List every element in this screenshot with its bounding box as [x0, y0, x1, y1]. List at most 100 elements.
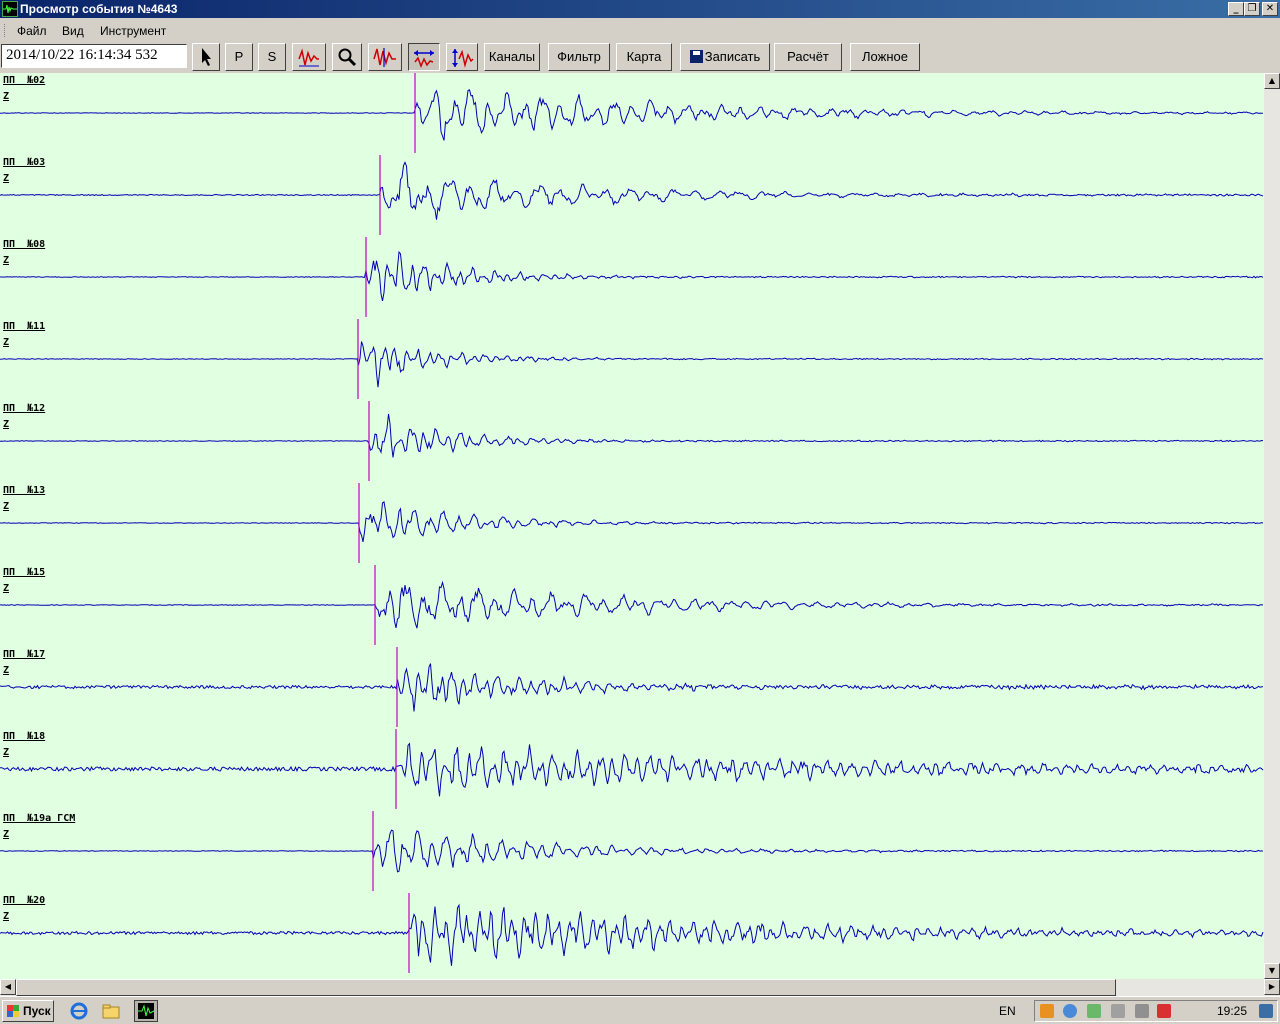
scroll-down-arrow-icon[interactable]: ▼ — [1264, 963, 1280, 979]
channel-name: ПП №18 — [3, 731, 46, 742]
zoom-button[interactable] — [332, 43, 362, 71]
gain-icon — [373, 48, 396, 67]
channel-name: ПП №15 — [3, 567, 46, 578]
channel-label: ПП №19а ГСМ Z — [3, 811, 75, 843]
scroll-up-arrow-icon[interactable]: ▲ — [1264, 73, 1280, 89]
pointer-tool-button[interactable] — [192, 43, 220, 71]
channel-component: Z — [3, 665, 10, 676]
channel-component: Z — [3, 583, 10, 594]
app-seismograph-icon — [2, 1, 18, 17]
channel-name: ПП №11 — [3, 321, 46, 332]
toolbar: 2014/10/22 16:14:34 532 P S Каналы Фильт… — [0, 41, 1280, 73]
channel-component: Z — [3, 91, 10, 102]
waveform-trace[interactable] — [0, 501, 1264, 543]
channel-label: ПП №20 Z — [3, 893, 45, 925]
minimize-button[interactable]: _ — [1228, 2, 1244, 16]
horizontal-scroll-thumb[interactable] — [16, 979, 1116, 996]
horizontal-scrollbar[interactable]: ◀ ▶ — [0, 979, 1280, 996]
channel-component: Z — [3, 419, 10, 430]
channel-name: ПП №17 — [3, 649, 46, 660]
channel-label: ПП №08 Z — [3, 237, 45, 269]
waveform-trace[interactable] — [0, 250, 1264, 302]
tray-security-icon[interactable] — [1087, 1004, 1101, 1018]
tray-network-icon[interactable] — [1040, 1004, 1054, 1018]
waveform-trace[interactable] — [0, 161, 1264, 220]
menu-view[interactable]: Вид — [62, 24, 84, 38]
channel-label: ПП №15 Z — [3, 565, 45, 597]
fit-vertical-button[interactable] — [446, 43, 478, 71]
channel-name: ПП №08 — [3, 239, 46, 250]
language-indicator[interactable]: EN — [999, 1004, 1016, 1018]
system-tray: EN 19:25 — [999, 1000, 1278, 1022]
channel-name: ПП №20 — [3, 895, 46, 906]
windows-flag-icon — [7, 1005, 19, 1017]
channel-component: Z — [3, 829, 10, 840]
waveform-trace[interactable] — [0, 903, 1264, 966]
show-desktop-icon[interactable] — [1259, 1004, 1273, 1018]
s-pick-button[interactable]: S — [258, 43, 286, 71]
fa-filter-button[interactable] — [292, 43, 326, 71]
p-pick-button[interactable]: P — [225, 43, 253, 71]
start-button[interactable]: Пуск — [2, 1000, 54, 1022]
internet-explorer-icon[interactable] — [70, 1002, 88, 1020]
folder-icon[interactable] — [102, 1002, 120, 1020]
channel-component: Z — [3, 747, 10, 758]
seismogram-canvas[interactable] — [0, 73, 1264, 979]
channel-component: Z — [3, 255, 10, 266]
fit-vertical-icon — [452, 49, 474, 68]
fit-horizontal-button[interactable] — [408, 43, 440, 71]
channel-name: ПП №13 — [3, 485, 46, 496]
title-bar[interactable]: Просмотр события №4643 _ ❐ ✕ — [0, 0, 1280, 18]
maximize-button[interactable]: ❐ — [1244, 2, 1260, 16]
menu-instrument[interactable]: Инструмент — [100, 24, 166, 38]
close-button[interactable]: ✕ — [1262, 2, 1278, 16]
gain-button[interactable] — [368, 43, 402, 71]
app-window: Просмотр события №4643 _ ❐ ✕ Файл Вид Ин… — [0, 0, 1280, 1024]
filter-button[interactable]: Фильтр — [548, 43, 610, 71]
channel-label: ПП №03 Z — [3, 155, 45, 187]
magnifier-icon — [338, 48, 357, 67]
waveform-trace[interactable] — [0, 829, 1264, 873]
false-event-button[interactable]: Ложное — [850, 43, 920, 71]
window-title: Просмотр события №4643 — [20, 2, 178, 16]
waveform-trace[interactable] — [0, 341, 1264, 388]
menu-grip — [4, 24, 7, 37]
tray-connection-icon[interactable] — [1135, 1004, 1149, 1018]
map-button[interactable]: Карта — [616, 43, 672, 71]
channel-name: ПП №19а ГСМ — [3, 813, 76, 824]
save-button[interactable]: Записать — [680, 43, 770, 71]
scroll-right-arrow-icon[interactable]: ▶ — [1264, 979, 1280, 995]
save-button-label: Записать — [704, 49, 761, 64]
waveform-trace[interactable] — [0, 89, 1264, 141]
start-label: Пуск — [23, 1004, 51, 1018]
channel-label: ПП №18 Z — [3, 729, 45, 761]
channel-component: Z — [3, 173, 10, 184]
menu-bar: Файл Вид Инструмент — [0, 20, 1280, 40]
channel-name: ПП №02 — [3, 75, 46, 86]
taskbar-app-seismograph-icon[interactable] — [134, 1000, 158, 1022]
waveform-trace[interactable] — [0, 580, 1264, 629]
calculate-button[interactable]: Расчёт — [774, 43, 842, 71]
channel-name: ПП №12 — [3, 403, 46, 414]
taskbar: Пуск EN 19:25 — [0, 996, 1280, 1024]
channel-label: ПП №13 Z — [3, 483, 45, 515]
seismogram-traces-panel[interactable]: ПП №02 Z ПП №03 Z ПП №08 Z ПП №11 Z ПП №12 Z ПП №1… — [0, 73, 1264, 979]
channel-component: Z — [3, 501, 10, 512]
waveform-trace[interactable] — [0, 413, 1264, 458]
filter-fa-icon — [298, 48, 319, 67]
waveform-trace[interactable] — [0, 663, 1264, 712]
channel-label: ПП №17 Z — [3, 647, 45, 679]
waveform-trace[interactable] — [0, 742, 1264, 797]
menu-file[interactable]: Файл — [17, 24, 47, 38]
channel-component: Z — [3, 337, 10, 348]
channel-name: ПП №03 — [3, 157, 46, 168]
scroll-left-arrow-icon[interactable]: ◀ — [0, 979, 16, 995]
channel-label: ПП №02 Z — [3, 73, 45, 105]
channel-label: ПП №12 Z — [3, 401, 45, 433]
channels-button[interactable]: Каналы — [484, 43, 540, 71]
vertical-scrollbar[interactable]: ▲ ▼ — [1264, 73, 1280, 979]
event-datetime-field[interactable]: 2014/10/22 16:14:34 532 — [1, 44, 187, 68]
tray-alert-icon[interactable] — [1157, 1004, 1171, 1018]
tray-update-icon[interactable] — [1063, 1004, 1077, 1018]
tray-volume-icon[interactable] — [1111, 1004, 1125, 1018]
